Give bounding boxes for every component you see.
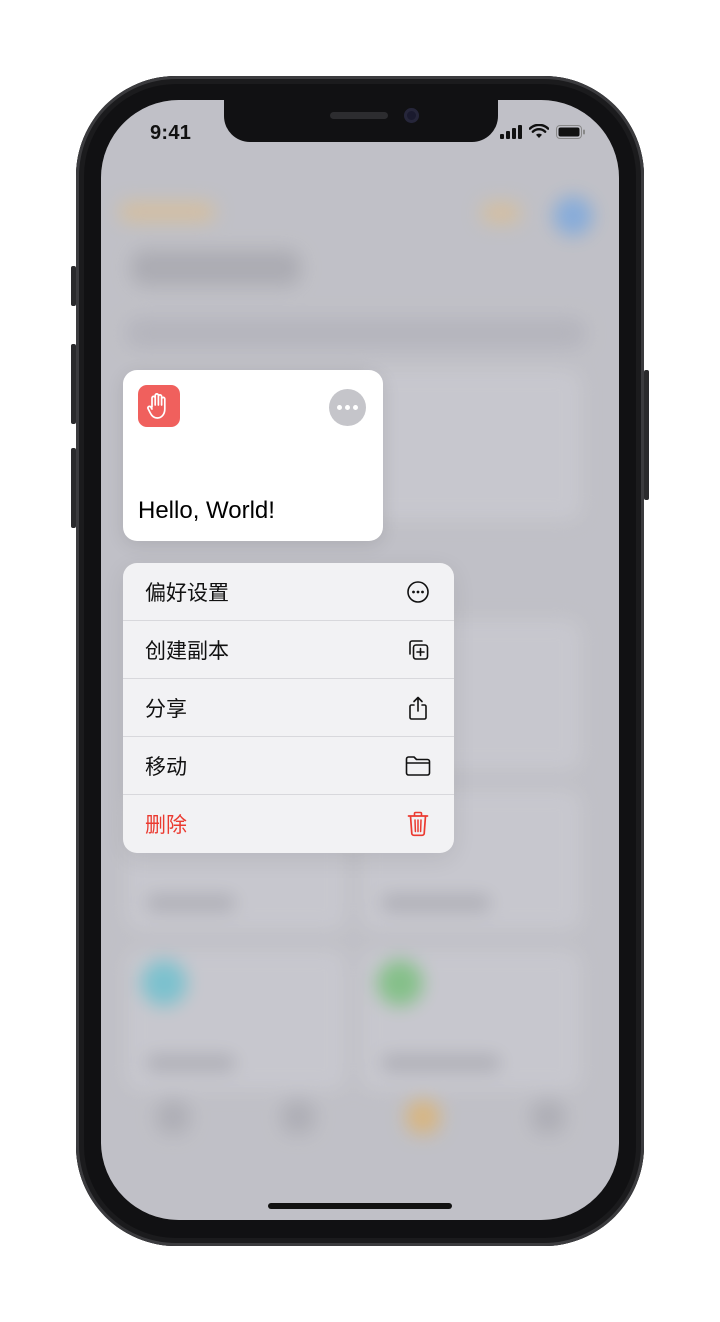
menu-item-label: 创建副本 [145,639,229,663]
duplicate-icon [404,636,432,664]
front-camera [404,108,419,123]
wifi-icon [528,123,550,144]
context-menu: 偏好设置 创建副本 分享 移动 删除 [123,563,454,853]
power-button [644,370,649,500]
share-icon [404,694,432,722]
menu-item-share[interactable]: 分享 [123,679,454,737]
home-indicator[interactable] [268,1203,452,1209]
more-button[interactable] [329,389,366,426]
menu-item-label: 删除 [145,814,187,837]
status-time: 9:41 [150,122,192,144]
menu-item-duplicate[interactable]: 创建副本 [123,621,454,679]
menu-item-label: 分享 [145,697,187,721]
menu-item-label: 偏好设置 [145,581,229,605]
cellular-signal-icon [500,125,522,144]
menu-item-delete[interactable]: 删除 [123,795,454,853]
menu-item-move[interactable]: 移动 [123,737,454,795]
hand-raised-icon [138,385,180,427]
speaker [330,112,388,119]
shortcut-card[interactable]: Hello, World! [123,370,383,541]
card-title: Hello, World! [138,497,275,524]
folder-icon [404,752,432,780]
menu-item-preferences[interactable]: 偏好设置 [123,563,454,621]
trash-icon [404,810,432,838]
status-icons [500,123,586,144]
menu-item-label: 移动 [145,755,187,779]
ellipsis-circle-icon [404,578,432,606]
notch [224,100,498,142]
battery-icon [556,125,586,144]
